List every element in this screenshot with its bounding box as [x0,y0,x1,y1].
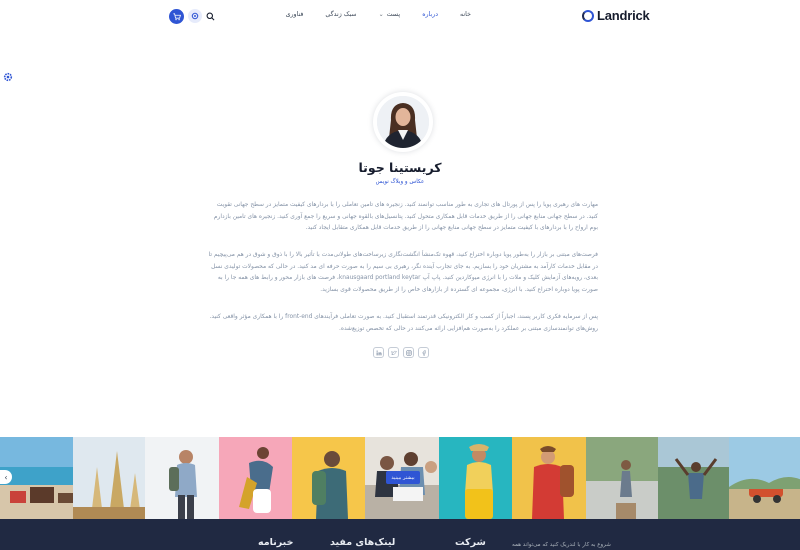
gallery-photo[interactable] [291,437,366,519]
top-navbar: Landrick خانه درباره پست ⌄ سبک زندگی فناو… [0,0,800,33]
facebook-icon [422,349,426,356]
nav-item-technology[interactable]: فناوری [275,11,315,18]
linkedin-icon [376,350,382,355]
footer-heading-useful-links: لینک‌های مفید [330,537,396,548]
logo-mark-icon [582,9,594,22]
gallery-photo[interactable] [145,437,220,519]
footer-heading-company: شرکت [455,537,486,548]
nav-item-home[interactable]: خانه [449,11,482,18]
gallery-photo[interactable] [585,437,659,519]
twitter-link[interactable] [388,347,399,358]
nav-item-post[interactable]: پست ⌄ [368,11,412,18]
nav-label: پست [386,11,401,18]
site-footer: خبرنامه لینک‌های مفید شرکت شروع به کار ب… [0,519,800,550]
profile-role: عکاس و وبلاگ نویس [375,179,425,185]
nav-label: درباره [422,11,439,18]
gallery-photo[interactable] [729,437,800,519]
nav-item-lifestyle[interactable]: سبک زندگی [314,11,367,18]
profile-avatar [373,92,433,152]
gallery-view-button[interactable]: بیشتر ببینید [386,471,420,484]
side-settings-toggle[interactable] [3,67,13,82]
bio-paragraph: مهارت های رهبری پویا را پس از پورتال های… [213,202,598,231]
brand-logo[interactable]: Landrick [582,8,650,23]
nav-item-about[interactable]: درباره [411,11,449,18]
main-nav: خانه درباره پست ⌄ سبک زندگی فناوری [275,11,482,18]
footer-heading-newsletter: خبرنامه [258,537,294,548]
instagram-icon [405,349,412,356]
gallery-photo[interactable] [72,437,146,519]
bio-paragraph: فرصت‌های مبتنی بر بازار را به‌طور پویا د… [208,252,598,293]
gallery-photo[interactable] [219,437,292,519]
footer-description: شروع به کار با لندریک کنید که می‌تواند ه… [512,542,611,548]
settings-button[interactable] [188,9,202,23]
nav-label: فناوری [285,11,304,18]
chevron-down-icon: ⌄ [378,11,384,18]
gallery-photo[interactable] [658,437,730,519]
search-icon [206,12,214,20]
gear-icon [3,72,13,82]
cart-button[interactable] [169,9,184,24]
avatar-image [377,96,429,148]
bio-paragraph: پس از سرمایه فکری کاربر پسند، اجباراً از… [209,314,598,332]
nav-label: خانه [460,11,471,18]
gallery-photo[interactable] [511,437,586,519]
nav-label: سبک زندگی [325,11,357,18]
search-button[interactable] [203,9,217,23]
profile-name: کریستینا جوتا [358,160,442,175]
linkedin-link[interactable] [373,347,384,358]
gear-icon [191,12,199,20]
brand-name: Landrick [597,8,650,23]
social-links [373,347,429,358]
gallery-photo[interactable] [439,437,512,519]
cart-icon [172,12,181,20]
facebook-link[interactable] [418,347,429,358]
instagram-link[interactable] [403,347,414,358]
twitter-icon [390,350,397,355]
